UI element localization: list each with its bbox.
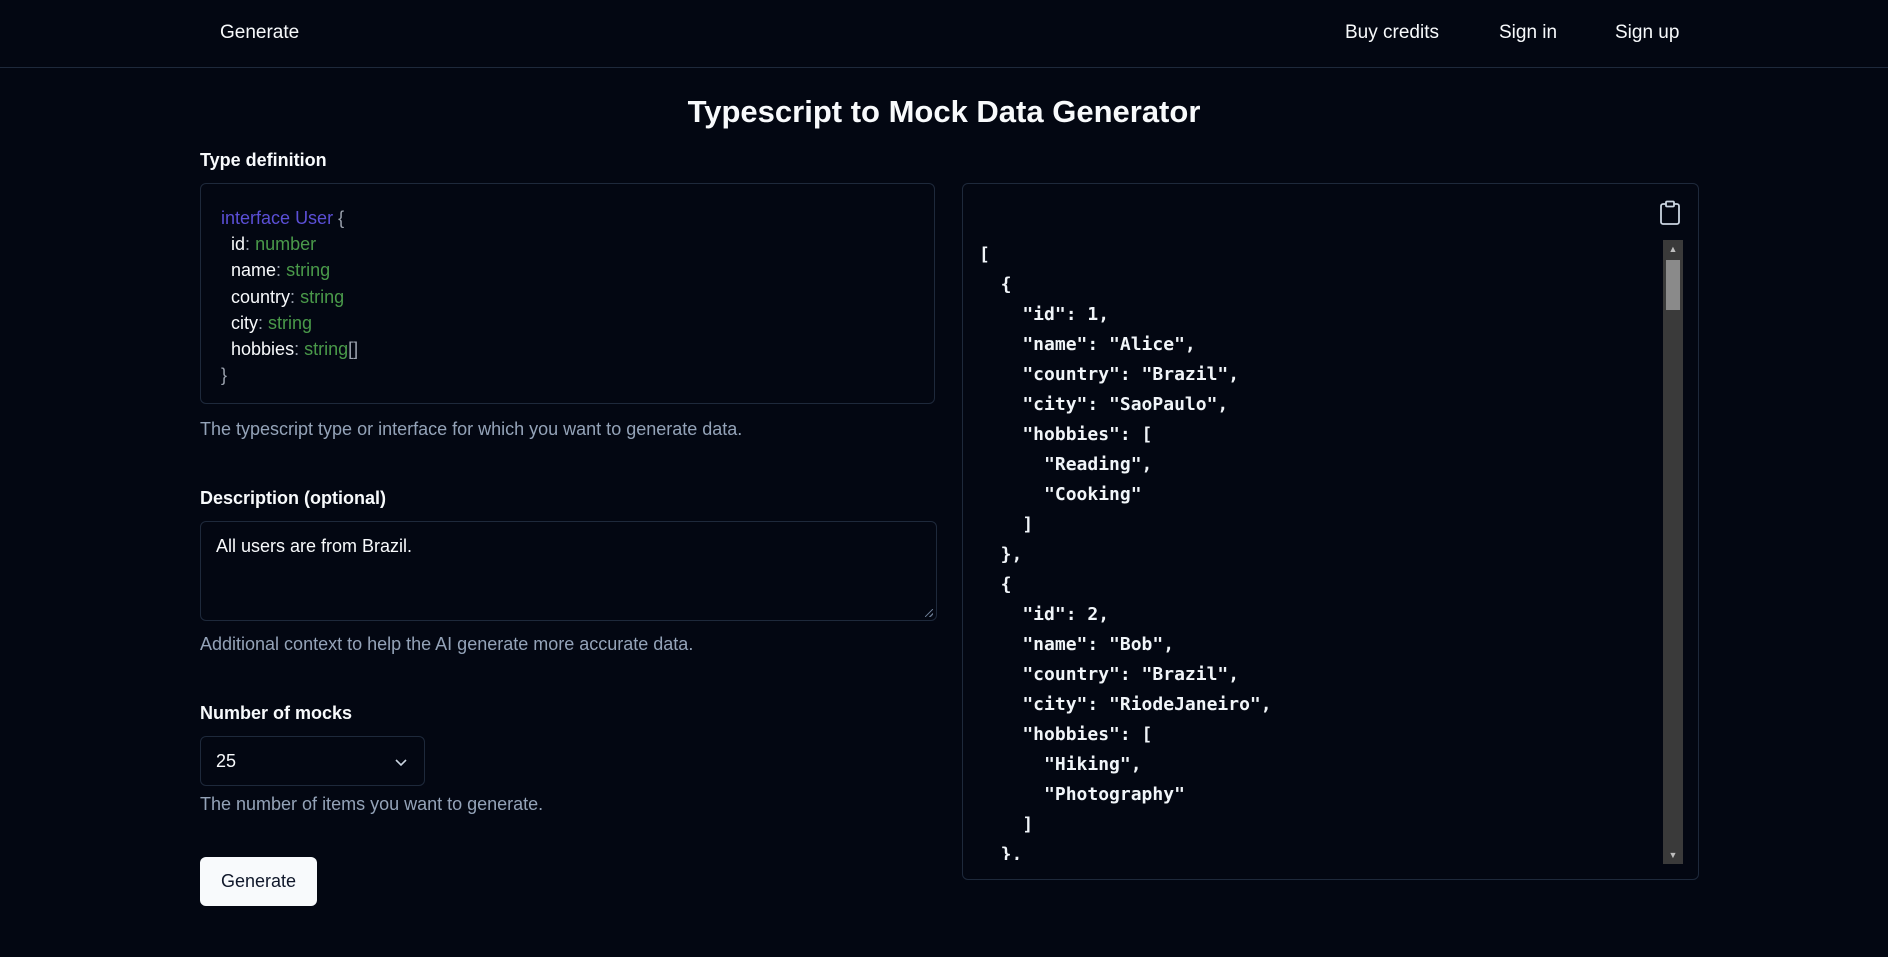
output-panel: [ { "id": 1, "name": "Alice", "country":…	[962, 183, 1699, 880]
top-nav: Generate Buy credits Sign in Sign up	[0, 0, 1888, 68]
nav-sign-in-link[interactable]: Sign in	[1499, 22, 1557, 44]
json-output: [ { "id": 1, "name": "Alice", "country":…	[979, 244, 1272, 860]
output-scrollbar[interactable]: ▲ ▼	[1663, 240, 1683, 864]
code-line-field: hobbies: string[]	[231, 339, 359, 360]
code-line-close: }	[221, 365, 228, 386]
type-definition-hint: The typescript type or interface for whi…	[200, 419, 743, 439]
code-line-field: name: string	[231, 260, 331, 281]
clipboard-icon[interactable]	[1659, 200, 1681, 226]
scroll-up-arrow-icon[interactable]: ▲	[1663, 240, 1683, 258]
generate-button[interactable]: Generate	[200, 857, 317, 906]
scroll-down-arrow-icon[interactable]: ▼	[1663, 846, 1683, 864]
scroll-thumb[interactable]	[1666, 260, 1680, 310]
code-line-field: country: string	[231, 286, 345, 307]
chevron-down-icon	[395, 759, 407, 767]
mocks-select[interactable]: 25	[200, 736, 425, 786]
resize-handle-icon[interactable]	[925, 609, 933, 617]
mocks-label: Number of mocks	[200, 703, 353, 723]
code-line-field: city: string	[231, 312, 313, 333]
nav-generate-link[interactable]: Generate	[220, 22, 299, 44]
description-textarea[interactable]: All users are from Brazil.	[200, 521, 937, 621]
description-value: All users are from Brazil.	[216, 536, 413, 556]
code-line-field: id: number	[231, 234, 317, 255]
nav-sign-up-link[interactable]: Sign up	[1615, 22, 1679, 44]
page-title: Typescript to Mock Data Generator	[687, 94, 1201, 129]
mocks-selected-value: 25	[216, 750, 237, 771]
description-label: Description (optional)	[200, 488, 386, 508]
mocks-hint: The number of items you want to generate…	[200, 794, 544, 814]
description-hint: Additional context to help the AI genera…	[200, 634, 694, 654]
code-line-interface: interface User {	[221, 208, 345, 228]
type-definition-editor[interactable]: interface User { id: number name: string…	[200, 183, 935, 404]
type-definition-label: Type definition	[200, 150, 327, 170]
nav-buy-credits-link[interactable]: Buy credits	[1345, 22, 1439, 44]
